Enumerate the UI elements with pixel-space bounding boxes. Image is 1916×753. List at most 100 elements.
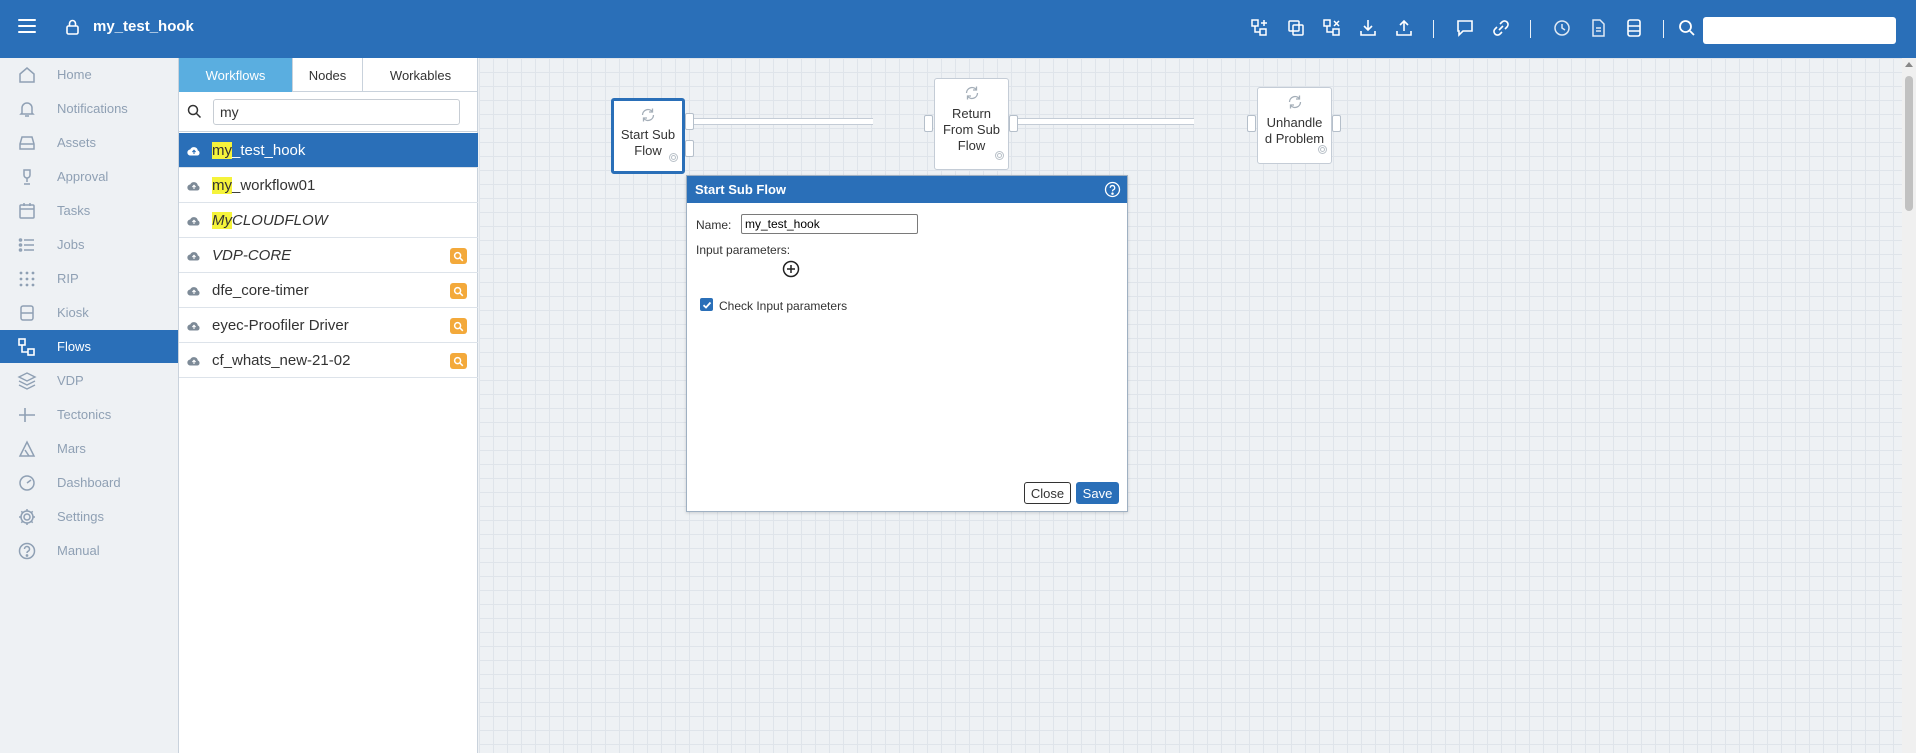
- tab-workflows[interactable]: Workflows: [179, 58, 293, 92]
- sidebar: Home Notifications Assets Approval Tasks…: [0, 58, 178, 753]
- search-icon[interactable]: [1676, 17, 1698, 39]
- check-input-parameters-checkbox[interactable]: [700, 298, 713, 311]
- node-return-from-sub-flow[interactable]: Return From Sub Flow: [934, 78, 1009, 170]
- tab-workables[interactable]: Workables: [363, 58, 478, 92]
- drive-icon: [17, 133, 37, 153]
- sidebar-item-jobs[interactable]: Jobs: [0, 228, 178, 261]
- layout-icon[interactable]: [1321, 17, 1343, 39]
- tab-nodes[interactable]: Nodes: [293, 58, 363, 92]
- list-icon: [17, 235, 37, 255]
- workflow-name-text: _workflow01: [232, 177, 316, 194]
- link-icon[interactable]: [1490, 17, 1512, 39]
- search-badge-icon[interactable]: [450, 248, 467, 264]
- cloud-icon: [187, 284, 201, 302]
- workflow-name-text: _test_hook: [232, 142, 306, 159]
- name-label: Name:: [696, 218, 732, 232]
- workflow-name: cf_whats_new-21-02: [212, 352, 350, 369]
- sidebar-item-label: VDP: [57, 373, 84, 388]
- global-search-input[interactable]: [1703, 17, 1896, 44]
- sidebar-item-approval[interactable]: Approval: [0, 160, 178, 193]
- workflow-list-item[interactable]: eyec-Proofiler Driver: [179, 308, 478, 343]
- workflow-title: my_test_hook: [93, 18, 194, 35]
- bell-icon: [17, 99, 37, 119]
- workflow-list-item[interactable]: my_workflow01: [179, 168, 478, 203]
- kiosk-icon: [17, 303, 37, 323]
- output-port[interactable]: [685, 113, 694, 130]
- workflow-name: dfe_core-timer: [212, 282, 309, 299]
- search-badge-icon[interactable]: [450, 283, 467, 299]
- node-label: Start Sub: [620, 127, 676, 142]
- dialog-header[interactable]: Start Sub Flow: [687, 176, 1127, 203]
- connector: [694, 118, 873, 125]
- sidebar-item-flows[interactable]: Flows: [0, 330, 178, 363]
- lock-icon[interactable]: [66, 19, 79, 40]
- sidebar-item-label: Tasks: [57, 203, 91, 218]
- gear-icon[interactable]: [1317, 142, 1328, 160]
- workflow-list-item[interactable]: cf_whats_new-21-02: [179, 343, 478, 378]
- canvas-scrollbar[interactable]: [1902, 58, 1916, 753]
- cloud-icon: [187, 249, 201, 267]
- add-node-icon[interactable]: [1249, 17, 1271, 39]
- scroll-up-arrow-icon[interactable]: [1905, 62, 1913, 67]
- approval-icon: [17, 167, 37, 187]
- sidebar-item-dashboard[interactable]: Dashboard: [0, 466, 178, 499]
- scrollbar-thumb[interactable]: [1905, 76, 1913, 211]
- workflow-list-item[interactable]: MyCLOUDFLOW: [179, 203, 478, 238]
- workflow-name: VDP-CORE: [212, 247, 291, 264]
- toolbar-divider: [1663, 20, 1664, 38]
- output-port[interactable]: [1332, 115, 1341, 132]
- comment-icon[interactable]: [1454, 17, 1476, 39]
- add-parameter-icon[interactable]: [782, 260, 800, 283]
- input-parameters-label: Input parameters:: [696, 243, 791, 257]
- sidebar-item-tectonics[interactable]: Tectonics: [0, 398, 178, 431]
- sidebar-item-home[interactable]: Home: [0, 58, 178, 91]
- node-unhandled-problem[interactable]: Unhandle d Problem: [1257, 87, 1332, 164]
- workflow-name-text: VDP-CORE: [212, 247, 292, 264]
- workflow-list-item[interactable]: my_test_hook: [179, 133, 478, 168]
- workflow-list-item[interactable]: dfe_core-timer: [179, 273, 478, 308]
- gear-icon[interactable]: [994, 148, 1005, 166]
- sidebar-item-label: Approval: [57, 169, 109, 184]
- search-badge-icon[interactable]: [450, 353, 467, 369]
- refresh-icon: [1286, 93, 1304, 116]
- save-button[interactable]: Save: [1076, 482, 1119, 504]
- input-port[interactable]: [1247, 115, 1256, 132]
- help-icon[interactable]: [1104, 181, 1121, 203]
- workflow-panel: Workflows Nodes Workables my_test_hookmy…: [178, 58, 478, 753]
- database-icon[interactable]: [1623, 17, 1645, 39]
- flows-icon: [17, 337, 37, 357]
- output-port[interactable]: [685, 140, 694, 157]
- home-icon: [17, 65, 37, 85]
- gear-icon[interactable]: [668, 150, 679, 168]
- sidebar-item-notifications[interactable]: Notifications: [0, 92, 178, 125]
- sidebar-item-kiosk[interactable]: Kiosk: [0, 296, 178, 329]
- upload-icon[interactable]: [1393, 17, 1415, 39]
- sidebar-item-manual[interactable]: Manual: [0, 534, 178, 567]
- sidebar-item-mars[interactable]: Mars: [0, 432, 178, 465]
- search-match-highlight: my: [212, 177, 232, 194]
- layers-icon: [17, 371, 37, 391]
- download-icon[interactable]: [1357, 17, 1379, 39]
- sidebar-item-settings[interactable]: Settings: [0, 500, 178, 533]
- name-field[interactable]: [741, 214, 918, 234]
- menu-icon[interactable]: [18, 19, 36, 33]
- input-port[interactable]: [924, 115, 933, 132]
- search-badge-icon[interactable]: [450, 318, 467, 334]
- workflow-search-input[interactable]: [213, 99, 460, 125]
- sidebar-item-rip[interactable]: RIP: [0, 262, 178, 295]
- cloud-icon: [187, 354, 201, 372]
- sidebar-item-assets[interactable]: Assets: [0, 126, 178, 159]
- workflow-list-item[interactable]: VDP-CORE: [179, 238, 478, 273]
- workflow-name: MyCLOUDFLOW: [212, 212, 328, 229]
- close-button[interactable]: Close: [1024, 482, 1071, 504]
- history-icon[interactable]: [1551, 17, 1573, 39]
- node-start-sub-flow[interactable]: Start Sub Flow: [611, 98, 685, 174]
- calendar-icon: [17, 201, 37, 221]
- output-port[interactable]: [1009, 115, 1018, 132]
- sidebar-item-vdp[interactable]: VDP: [0, 364, 178, 397]
- dialog-title: Start Sub Flow: [695, 182, 786, 197]
- copy-icon[interactable]: [1285, 17, 1307, 39]
- sidebar-item-tasks[interactable]: Tasks: [0, 194, 178, 227]
- document-icon[interactable]: [1587, 17, 1609, 39]
- toolbar-divider: [1530, 20, 1531, 38]
